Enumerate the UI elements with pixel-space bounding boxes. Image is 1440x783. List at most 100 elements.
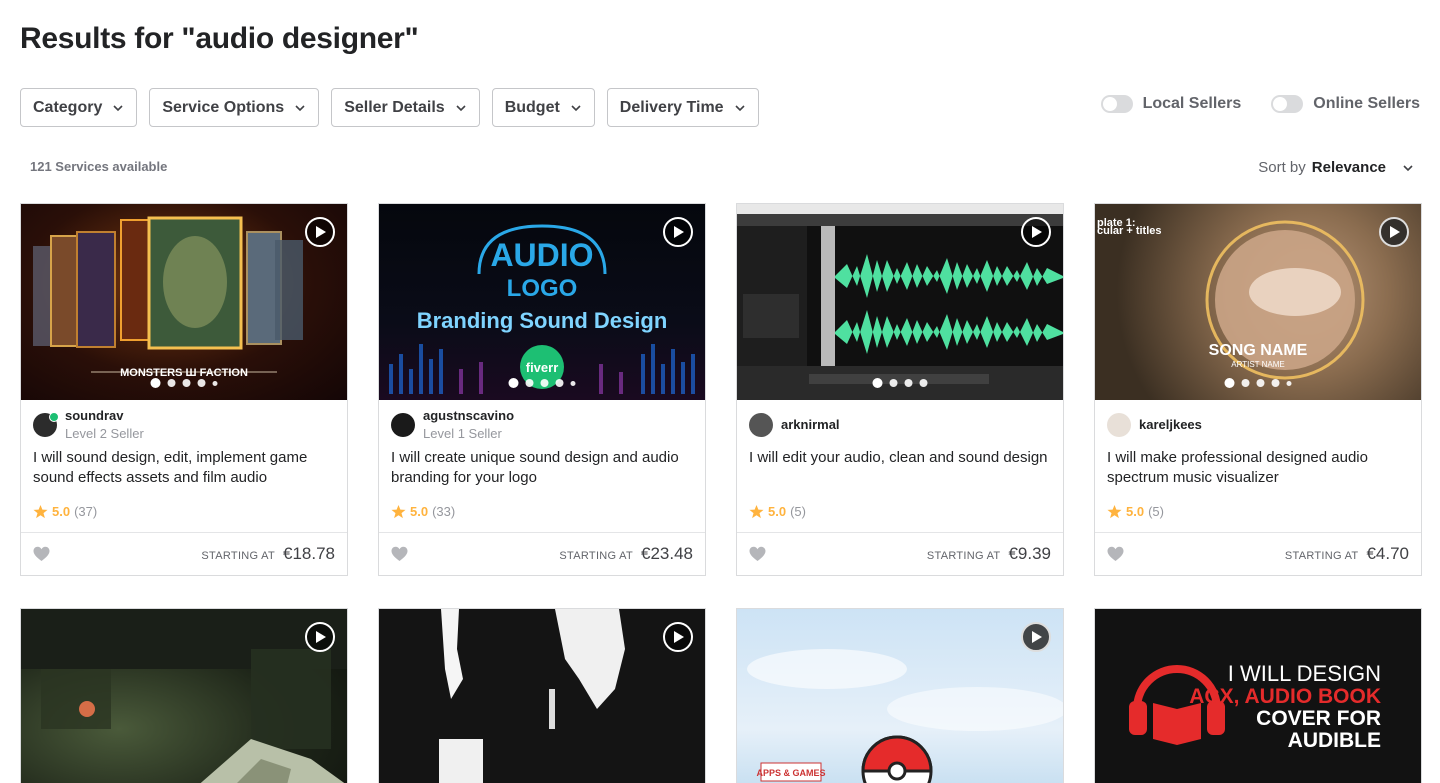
toggle-label: Online Sellers <box>1313 95 1420 112</box>
gig-thumbnail[interactable]: I WILL DESIGN ACX, AUDIO BOOK COVER FOR … <box>1095 609 1421 783</box>
toggle-label: Local Sellers <box>1142 95 1242 112</box>
gig-card[interactable] <box>20 608 348 783</box>
thumb-caption: AUDIBLE <box>1288 729 1381 752</box>
carousel-dot[interactable] <box>904 379 913 387</box>
price-label: STARTING AT <box>926 550 1001 562</box>
carousel-dot[interactable] <box>889 379 898 387</box>
play-icon <box>1032 631 1042 643</box>
toggle-switch[interactable] <box>1271 95 1304 113</box>
avatar[interactable] <box>33 412 59 437</box>
filter-seller-details[interactable]: Seller Details <box>331 88 480 127</box>
gig-thumbnail[interactable]: MONSTERS Ш FACTION <box>21 204 347 400</box>
heart-icon[interactable] <box>33 546 50 562</box>
price: €4.70 <box>1366 544 1409 563</box>
carousel-dot[interactable] <box>1224 378 1235 388</box>
carousel-dot[interactable] <box>508 378 519 388</box>
filter-category[interactable]: Category <box>20 88 138 127</box>
online-sellers-toggle[interactable]: Online Sellers <box>1271 95 1420 113</box>
play-video-button[interactable] <box>1021 622 1051 652</box>
carousel-dot[interactable] <box>167 379 176 387</box>
chevron-down-icon <box>1403 164 1413 171</box>
carousel-dot[interactable] <box>872 378 883 388</box>
carousel-dot[interactable] <box>1241 379 1250 387</box>
carousel-dots[interactable] <box>150 378 218 388</box>
gig-title[interactable]: I will sound design, edit, implement gam… <box>21 442 347 496</box>
seller-name[interactable]: kareljkees <box>1139 416 1202 434</box>
gig-card[interactable]: MONSTERS Ш FACTION soundrav Level 2 Sell… <box>20 203 348 576</box>
gig-rating: 5.0 (5) <box>737 496 1063 519</box>
gig-card[interactable]: arknirmal I will edit your audio, clean … <box>736 203 1064 576</box>
avatar[interactable] <box>1107 413 1131 437</box>
filter-label: Seller Details <box>344 98 445 116</box>
gig-card[interactable]: plate 1: cular + titles SONG NAME ARTIST… <box>1094 203 1422 576</box>
play-video-button[interactable] <box>305 622 335 652</box>
gig-thumbnail[interactable]: AUDIO LOGO Branding Sound Design fiverr <box>379 204 705 400</box>
carousel-dot[interactable] <box>197 379 206 387</box>
thumb-caption: Branding Sound Design <box>417 308 668 333</box>
play-video-button[interactable] <box>663 622 693 652</box>
gig-title[interactable]: I will create unique sound design and au… <box>379 442 705 496</box>
carousel-dot[interactable] <box>525 379 534 387</box>
thumb-caption: COVER FOR <box>1256 707 1381 730</box>
avatar[interactable] <box>749 413 773 437</box>
toggle-switch[interactable] <box>1100 95 1133 113</box>
carousel-dots[interactable] <box>872 378 928 388</box>
gig-thumbnail[interactable]: plate 1: cular + titles SONG NAME ARTIST… <box>1095 204 1421 400</box>
carousel-dot[interactable] <box>1256 379 1265 387</box>
play-icon <box>674 631 684 643</box>
price: €18.78 <box>283 544 335 563</box>
seller-name[interactable]: soundrav <box>65 407 144 425</box>
carousel-dot[interactable] <box>570 380 576 386</box>
carousel-dot[interactable] <box>540 379 549 387</box>
thumb-caption: cular + titles <box>1097 225 1162 237</box>
price-label: STARTING AT <box>201 550 275 562</box>
carousel-dots[interactable] <box>1224 378 1292 388</box>
rating-score: 5.0 <box>410 504 429 519</box>
audiobook-art: I WILL DESIGN ACX, AUDIO BOOK COVER FOR … <box>1129 661 1381 752</box>
services-count: 121 Services available <box>30 159 168 174</box>
heart-icon[interactable] <box>391 546 408 562</box>
star-icon <box>1107 504 1122 519</box>
gig-title[interactable]: I will edit your audio, clean and sound … <box>737 442 1063 496</box>
gig-thumbnail[interactable] <box>21 609 347 783</box>
sort-dropdown[interactable]: Sort by Relevance <box>1258 159 1414 176</box>
carousel-dot[interactable] <box>182 379 191 387</box>
gig-rating: 5.0 (5) <box>1095 496 1421 519</box>
thumb-caption: APPS & GAMES <box>756 768 825 778</box>
carousel-dot[interactable] <box>150 378 161 388</box>
gig-footer: STARTING AT €23.48 <box>379 532 705 575</box>
filter-delivery-time[interactable]: Delivery Time <box>606 88 759 127</box>
gig-thumbnail[interactable] <box>737 204 1063 400</box>
gig-card[interactable]: I WILL DESIGN ACX, AUDIO BOOK COVER FOR … <box>1094 608 1422 783</box>
gig-card[interactable]: AUDIO LOGO Branding Sound Design fiverr … <box>378 203 706 576</box>
play-video-button[interactable] <box>1021 217 1051 247</box>
play-video-button[interactable] <box>663 217 693 247</box>
gig-thumbnail[interactable]: APPS & GAMES <box>737 609 1063 783</box>
gig-thumbnail[interactable] <box>379 609 705 783</box>
chevron-down-icon <box>113 104 123 111</box>
seller-name[interactable]: agustnscavino <box>423 407 514 425</box>
play-video-button[interactable] <box>305 217 335 247</box>
gig-footer: STARTING AT €18.78 <box>21 532 347 575</box>
gig-title[interactable]: I will make professional designed audio … <box>1095 442 1421 496</box>
gig-card[interactable]: APPS & GAMES <box>736 608 1064 783</box>
carousel-dot[interactable] <box>1271 379 1280 387</box>
carousel-dots[interactable] <box>508 378 576 388</box>
carousel-dot[interactable] <box>212 380 218 386</box>
gig-card[interactable] <box>378 608 706 783</box>
carousel-dot[interactable] <box>919 379 928 387</box>
carousel-dot[interactable] <box>555 379 564 387</box>
heart-icon[interactable] <box>749 546 766 562</box>
chevron-down-icon <box>571 104 581 111</box>
carousel-dot[interactable] <box>1286 380 1292 386</box>
filter-budget[interactable]: Budget <box>491 88 595 127</box>
heart-icon[interactable] <box>1107 546 1124 562</box>
local-sellers-toggle[interactable]: Local Sellers <box>1100 95 1242 113</box>
avatar[interactable] <box>391 413 415 437</box>
seller-name[interactable]: arknirmal <box>781 416 840 434</box>
play-video-button[interactable] <box>1379 217 1409 247</box>
thumb-caption: SONG NAME <box>1209 342 1308 359</box>
visualizer-art: plate 1: cular + titles SONG NAME ARTIST… <box>1097 217 1365 380</box>
audio-editor-art <box>737 204 1063 400</box>
filter-service-options[interactable]: Service Options <box>149 88 320 127</box>
